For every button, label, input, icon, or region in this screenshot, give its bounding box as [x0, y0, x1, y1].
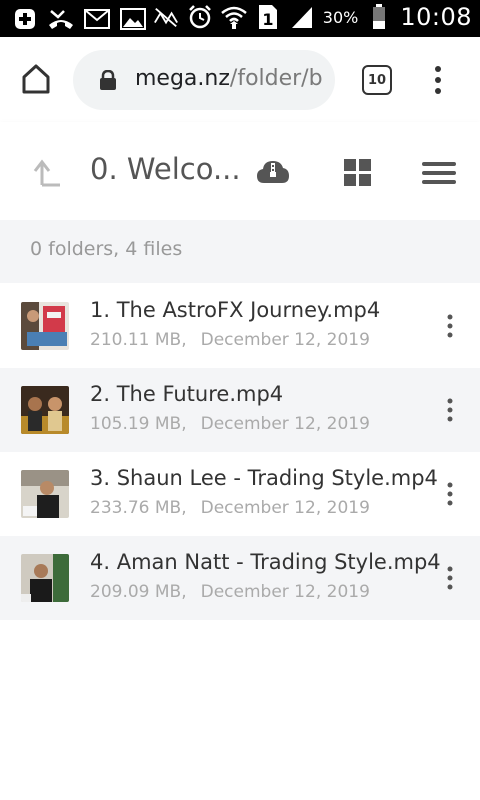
- cloud-zip-icon[interactable]: [256, 157, 290, 185]
- wifi-icon: [220, 4, 247, 30]
- file-date: December 12, 2019: [200, 414, 370, 434]
- url-bar[interactable]: mega.nz/folder/b: [73, 50, 335, 110]
- sim-slot-text: 1: [262, 10, 273, 29]
- file-name: 4. Aman Natt - Trading Style.mp4: [90, 550, 441, 574]
- video-thumbnail[interactable]: [21, 302, 69, 350]
- folder-header: 0. Welco...: [0, 122, 480, 220]
- url-host: mega.nz: [135, 66, 230, 91]
- tab-count: 10: [367, 72, 387, 88]
- summary-text: 0 folders, 4 files: [30, 238, 183, 260]
- signal-icon: [289, 4, 315, 30]
- file-name: 1. The AstroFX Journey.mp4: [90, 298, 381, 322]
- home-icon[interactable]: [18, 61, 54, 97]
- file-size: 210.11 MB,: [90, 330, 187, 350]
- file-date: December 12, 2019: [200, 582, 370, 602]
- alarm-icon: [187, 4, 213, 30]
- file-size: 209.09 MB,: [90, 582, 187, 602]
- file-meta: 209.09 MB, December 12, 2019: [90, 582, 370, 602]
- clock: 10:08: [400, 3, 472, 31]
- tabs-icon[interactable]: 10: [362, 65, 392, 95]
- battery-percent: 30%: [322, 7, 359, 27]
- file-list: 1. The AstroFX Journey.mp4 210.11 MB, Dec…: [0, 284, 480, 620]
- browser-toolbar: mega.nz/folder/b 10: [0, 37, 480, 122]
- status-bar: 1 30% 10:08: [0, 0, 480, 37]
- more-options-icon[interactable]: [440, 314, 460, 338]
- list-item[interactable]: 4. Aman Natt - Trading Style.mp4 209.09 …: [0, 536, 480, 620]
- image-icon: [120, 6, 146, 32]
- grid-view-icon[interactable]: [344, 159, 371, 186]
- list-item[interactable]: 2. The Future.mp4 105.19 MB, December 12,…: [0, 368, 480, 452]
- list-item[interactable]: 3. Shaun Lee - Trading Style.mp4 233.76 …: [0, 452, 480, 536]
- plus-square-icon: [12, 6, 38, 32]
- file-date: December 12, 2019: [200, 498, 370, 518]
- more-options-icon[interactable]: [440, 566, 460, 590]
- file-meta: 105.19 MB, December 12, 2019: [90, 414, 370, 434]
- more-options-icon[interactable]: [440, 398, 460, 422]
- video-thumbnail[interactable]: [21, 554, 69, 602]
- file-size: 233.76 MB,: [90, 498, 187, 518]
- hamburger-icon[interactable]: [422, 162, 456, 184]
- file-meta: 210.11 MB, December 12, 2019: [90, 330, 370, 350]
- sim-icon: 1: [255, 4, 281, 30]
- video-thumbnail[interactable]: [21, 470, 69, 518]
- file-name: 3. Shaun Lee - Trading Style.mp4: [90, 466, 438, 490]
- folder-title: 0. Welco...: [90, 152, 241, 186]
- battery-icon: [366, 4, 392, 30]
- mail-icon: [84, 6, 110, 32]
- mute-icon: [153, 4, 179, 30]
- up-arrow-icon[interactable]: [32, 158, 62, 188]
- lock-icon[interactable]: [99, 69, 117, 90]
- menu-dots-icon[interactable]: [428, 65, 448, 95]
- missed-call-icon: [48, 6, 74, 32]
- list-item[interactable]: 1. The AstroFX Journey.mp4 210.11 MB, Dec…: [0, 284, 480, 368]
- more-options-icon[interactable]: [440, 482, 460, 506]
- file-date: December 12, 2019: [200, 330, 370, 350]
- file-size: 105.19 MB,: [90, 414, 187, 434]
- video-thumbnail[interactable]: [21, 386, 69, 434]
- file-name: 2. The Future.mp4: [90, 382, 284, 406]
- url-path: /folder/b: [229, 66, 323, 91]
- file-meta: 233.76 MB, December 12, 2019: [90, 498, 370, 518]
- folder-summary: 0 folders, 4 files: [0, 220, 480, 283]
- url-text[interactable]: mega.nz/folder/b: [135, 66, 325, 91]
